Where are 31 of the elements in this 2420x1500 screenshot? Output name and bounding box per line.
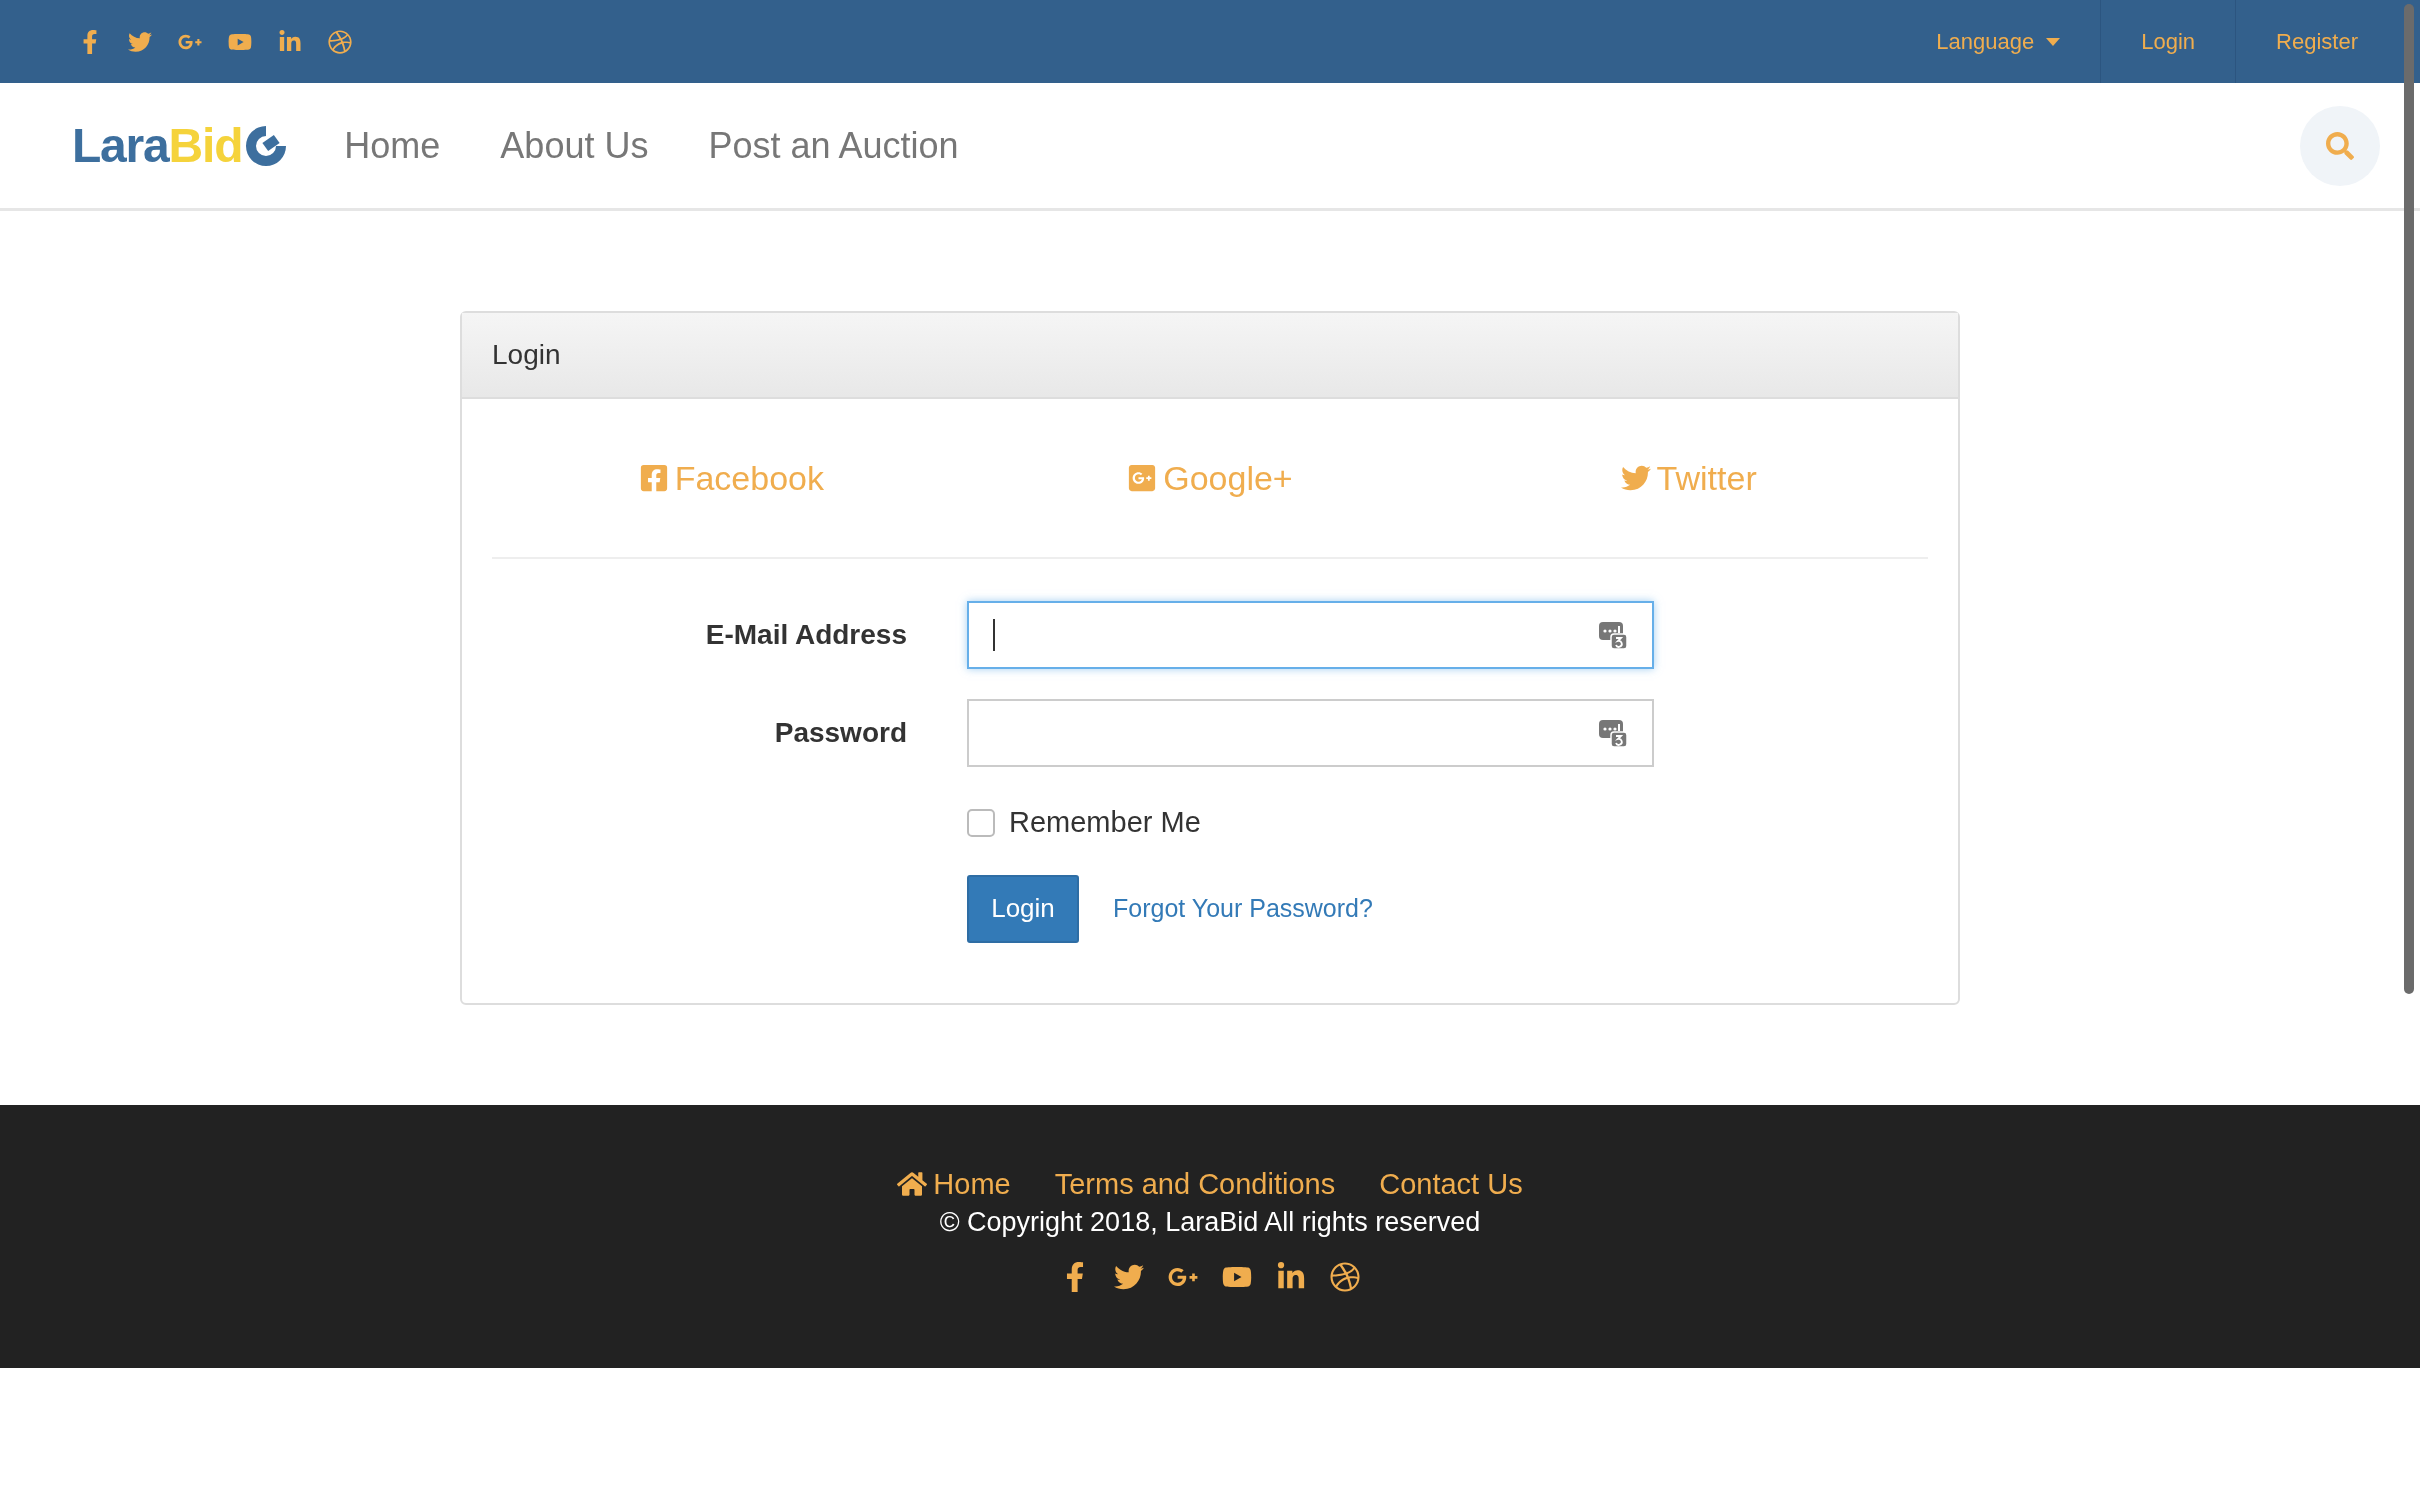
top-bar-link[interactable]: Register [2235,0,2398,83]
top-bar-link[interactable]: Login [2100,0,2236,83]
dribbble-icon[interactable] [1330,1262,1360,1292]
google-plus-icon [1127,463,1158,493]
email-field[interactable] [967,601,1654,669]
checkbox-label: Remember Me [1009,805,1201,840]
forgot-password-link[interactable]: Forgot Your Password? [1113,889,1373,928]
language-dropdown[interactable]: Language [1896,0,2101,83]
field-label: E-Mail Address [704,618,908,652]
remember-checkbox[interactable] [967,808,995,837]
footer-link[interactable]: Home [897,1162,1011,1206]
nav-link[interactable]: Post an Auction [708,118,959,173]
scrollbar[interactable] [2404,4,2414,994]
twitter-icon [1620,463,1651,493]
caret-icon [2046,37,2061,46]
nav-link[interactable]: Home [344,118,441,173]
footer-link[interactable]: Contact Us [1379,1162,1523,1206]
password-manager-icon[interactable] [1598,718,1628,748]
nav-link[interactable]: About Us [500,118,649,173]
password-manager-icon[interactable] [1598,620,1628,650]
facebook-icon [638,463,669,493]
footer-link[interactable]: Terms and Conditions [1054,1162,1336,1206]
twitter-icon[interactable] [1114,1262,1144,1292]
password-field[interactable] [967,699,1654,767]
search-icon [2326,131,2354,160]
copyright-text: © Copyright 2018, LaraBid All rights reserved [939,1206,1481,1238]
card-title: Login [492,338,561,372]
login-button[interactable]: Login [967,874,1079,943]
gavel-logo-icon [244,123,289,168]
logo-text[interactable]: LaraBid [72,109,243,182]
field-label: Password [773,716,908,750]
